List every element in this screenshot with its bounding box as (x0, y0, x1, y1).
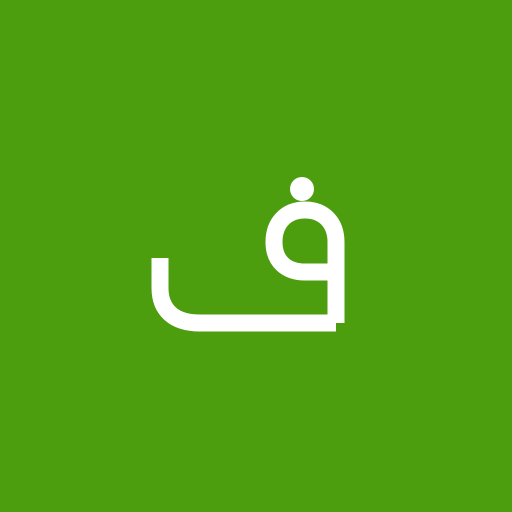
avatar-letter (151, 177, 345, 332)
avatar (0, 0, 512, 512)
letter-head (265, 201, 345, 323)
letter-dot (290, 177, 314, 201)
